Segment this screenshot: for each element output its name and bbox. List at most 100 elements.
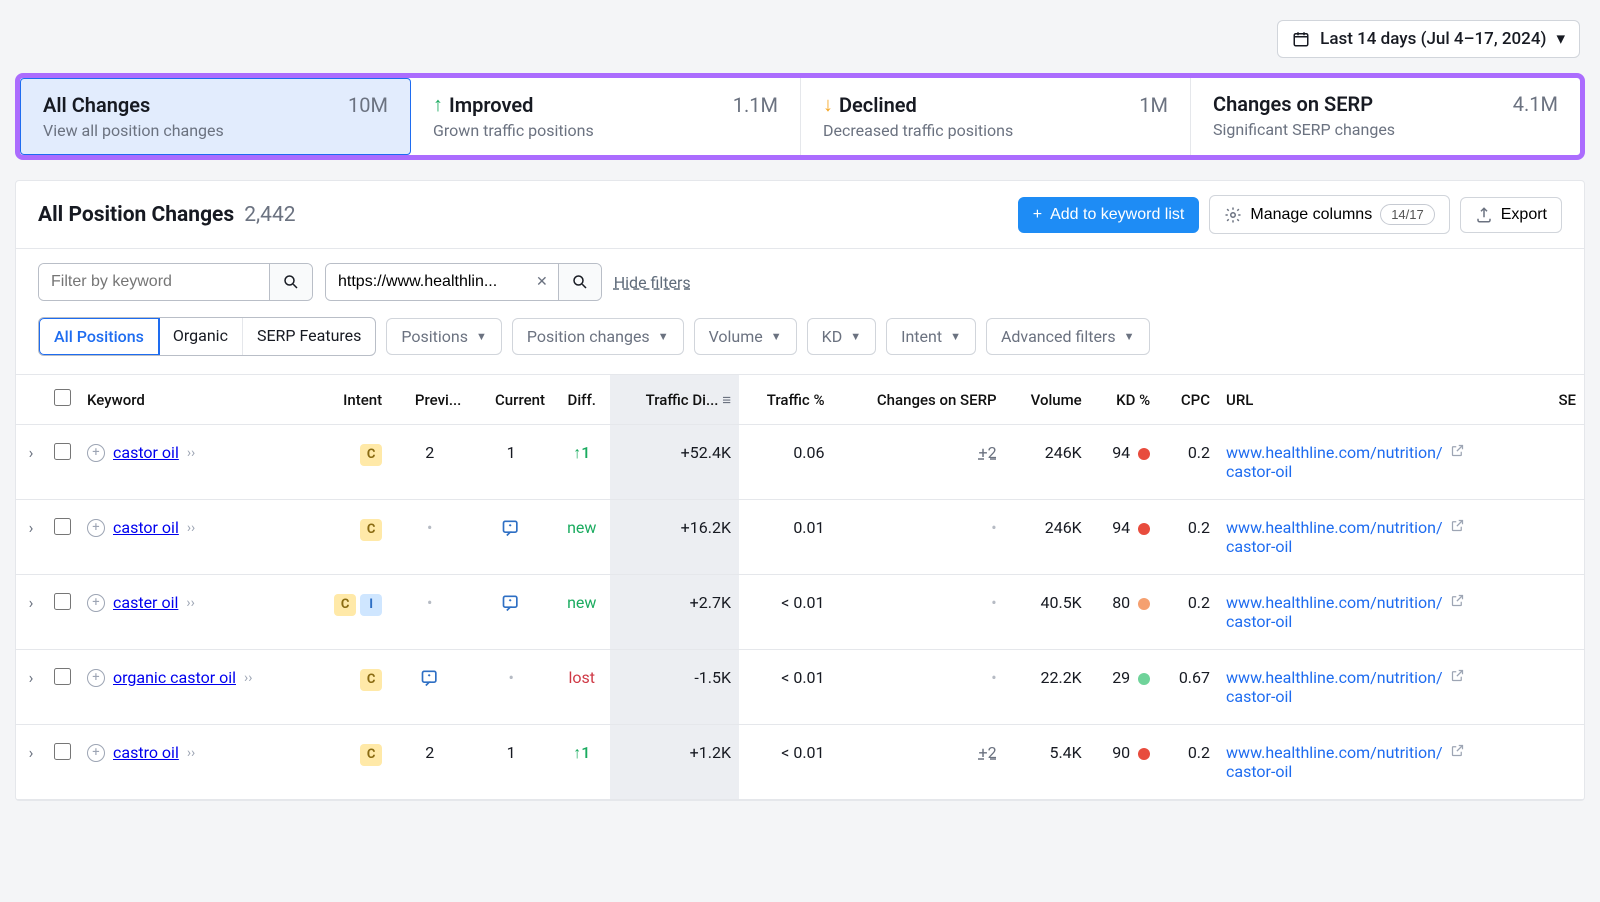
row-checkbox[interactable] bbox=[54, 668, 71, 685]
tab-declined[interactable]: ↓Declined 1M Decreased traffic positions bbox=[801, 78, 1191, 155]
row-checkbox[interactable] bbox=[54, 743, 71, 760]
row-checkbox[interactable] bbox=[54, 443, 71, 460]
col-keyword[interactable]: Keyword bbox=[79, 375, 309, 425]
serp-change-value: • bbox=[833, 650, 1005, 725]
keyword-search-button[interactable] bbox=[269, 264, 312, 300]
col-intent[interactable]: Intent bbox=[309, 375, 390, 425]
url-search-button[interactable] bbox=[558, 264, 601, 300]
chip-volume[interactable]: Volume▼ bbox=[694, 318, 797, 355]
chevron-down-icon: ▼ bbox=[476, 330, 487, 343]
tab-improved[interactable]: ↑Improved 1.1M Grown traffic positions bbox=[411, 78, 801, 155]
serp-change-value: +2 bbox=[833, 425, 1005, 500]
chevron-down-icon: ▼ bbox=[658, 330, 669, 343]
manage-columns-button[interactable]: Manage columns 14/17 bbox=[1209, 195, 1449, 234]
add-to-keyword-list-button[interactable]: + Add to keyword list bbox=[1018, 197, 1200, 233]
plus-circle-icon[interactable]: + bbox=[87, 444, 105, 462]
expand-row[interactable]: › bbox=[16, 725, 46, 800]
chip-advanced-filters[interactable]: Advanced filters▼ bbox=[986, 318, 1150, 355]
keyword-filter-input[interactable] bbox=[39, 264, 269, 300]
volume-value: 246K bbox=[1005, 500, 1090, 575]
url-link[interactable]: www.healthline.com/nutrition/castor-oil bbox=[1226, 668, 1446, 706]
chevron-down-icon: ▼ bbox=[771, 330, 782, 343]
col-cpc[interactable]: CPC bbox=[1158, 375, 1218, 425]
url-link[interactable]: www.healthline.com/nutrition/castor-oil bbox=[1226, 593, 1446, 631]
traffic-pct-value: < 0.01 bbox=[739, 725, 833, 800]
diff-value: new bbox=[567, 518, 596, 537]
chevrons-icon: ›› bbox=[187, 745, 195, 761]
chip-kd[interactable]: KD▼ bbox=[807, 318, 876, 355]
table-row: ›+castor oil ››C21↑1+52.4K0.06+2246K940.… bbox=[16, 425, 1584, 500]
chevron-down-icon: ▾ bbox=[1556, 29, 1565, 49]
col-se[interactable]: SE bbox=[1541, 375, 1584, 425]
tab-serp-title: Changes on SERP bbox=[1213, 92, 1373, 116]
select-all-checkbox[interactable] bbox=[54, 389, 71, 406]
plus-circle-icon[interactable]: + bbox=[87, 519, 105, 537]
seg-all-positions[interactable]: All Positions bbox=[38, 317, 160, 356]
tab-all-changes[interactable]: All Changes 10M View all position change… bbox=[20, 78, 411, 155]
arrow-down-icon: ↓ bbox=[823, 92, 833, 117]
col-traffic-pct[interactable]: Traffic % bbox=[739, 375, 833, 425]
expand-row[interactable]: › bbox=[16, 575, 46, 650]
external-link-icon[interactable] bbox=[1450, 593, 1465, 612]
col-diff[interactable]: Diff. bbox=[553, 375, 610, 425]
col-volume[interactable]: Volume bbox=[1005, 375, 1090, 425]
cpc-value: 0.2 bbox=[1158, 725, 1218, 800]
url-filter-input[interactable] bbox=[326, 264, 526, 300]
external-link-icon[interactable] bbox=[1450, 518, 1465, 537]
panel-title: All Position Changes bbox=[38, 203, 234, 227]
position-type-segment: All Positions Organic SERP Features bbox=[38, 317, 376, 356]
tab-serp-changes[interactable]: Changes on SERP 4.1M Significant SERP ch… bbox=[1191, 78, 1580, 155]
url-link[interactable]: www.healthline.com/nutrition/castor-oil bbox=[1226, 743, 1446, 781]
plus-circle-icon[interactable]: + bbox=[87, 744, 105, 762]
seg-serp-features[interactable]: SERP Features bbox=[243, 318, 375, 355]
tab-all-value: 10M bbox=[348, 93, 388, 117]
seg-organic[interactable]: Organic bbox=[159, 318, 243, 355]
intent-badge: C bbox=[334, 594, 356, 616]
traffic-diff-value: -1.5K bbox=[610, 650, 739, 725]
chip-intent[interactable]: Intent▼ bbox=[886, 318, 976, 355]
chevron-down-icon: ▼ bbox=[850, 330, 861, 343]
export-icon bbox=[1475, 206, 1493, 224]
diff-value: ↑1 bbox=[573, 443, 590, 462]
expand-row[interactable]: › bbox=[16, 425, 46, 500]
col-url[interactable]: URL bbox=[1218, 375, 1541, 425]
chevrons-icon: ›› bbox=[187, 520, 195, 536]
chip-positions[interactable]: Positions▼ bbox=[386, 318, 502, 355]
external-link-icon[interactable] bbox=[1450, 743, 1465, 762]
expand-row[interactable]: › bbox=[16, 500, 46, 575]
col-previous[interactable]: Previ... bbox=[390, 375, 469, 425]
col-current[interactable]: Current bbox=[469, 375, 553, 425]
keyword-link[interactable]: castor oil bbox=[113, 443, 179, 462]
keyword-link[interactable]: castro oil bbox=[113, 743, 179, 762]
keyword-link[interactable]: organic castor oil bbox=[113, 668, 236, 687]
row-checkbox[interactable] bbox=[54, 593, 71, 610]
table-row: ›+castor oil ››C•new+16.2K0.01•246K940.2… bbox=[16, 500, 1584, 575]
url-clear-button[interactable]: ✕ bbox=[526, 264, 558, 300]
url-link[interactable]: www.healthline.com/nutrition/castor-oil bbox=[1226, 443, 1446, 481]
chip-position-changes[interactable]: Position changes▼ bbox=[512, 318, 684, 355]
hide-filters-link[interactable]: Hide filters bbox=[614, 273, 691, 292]
url-link[interactable]: www.healthline.com/nutrition/castor-oil bbox=[1226, 518, 1446, 556]
external-link-icon[interactable] bbox=[1450, 443, 1465, 462]
kd-value: 80 bbox=[1090, 575, 1158, 650]
tab-serp-value: 4.1M bbox=[1513, 92, 1558, 116]
col-serp-changes[interactable]: Changes on SERP bbox=[833, 375, 1005, 425]
intent-badge: C bbox=[360, 444, 382, 466]
date-range-picker[interactable]: Last 14 days (Jul 4–17, 2024) ▾ bbox=[1277, 20, 1580, 58]
traffic-pct-value: 0.06 bbox=[739, 425, 833, 500]
intent-badge: C bbox=[360, 744, 382, 766]
volume-value: 246K bbox=[1005, 425, 1090, 500]
chevron-down-icon: ▼ bbox=[1124, 330, 1135, 343]
col-traffic-diff[interactable]: Traffic Di... ≡ bbox=[610, 375, 739, 425]
plus-circle-icon[interactable]: + bbox=[87, 594, 105, 612]
plus-circle-icon[interactable]: + bbox=[87, 669, 105, 687]
export-button[interactable]: Export bbox=[1460, 197, 1562, 233]
traffic-pct-value: < 0.01 bbox=[739, 650, 833, 725]
keyword-link[interactable]: caster oil bbox=[113, 593, 178, 612]
col-kd[interactable]: KD % bbox=[1090, 375, 1158, 425]
expand-row[interactable]: › bbox=[16, 650, 46, 725]
row-checkbox[interactable] bbox=[54, 518, 71, 535]
search-icon bbox=[282, 273, 300, 291]
keyword-link[interactable]: castor oil bbox=[113, 518, 179, 537]
external-link-icon[interactable] bbox=[1450, 668, 1465, 687]
